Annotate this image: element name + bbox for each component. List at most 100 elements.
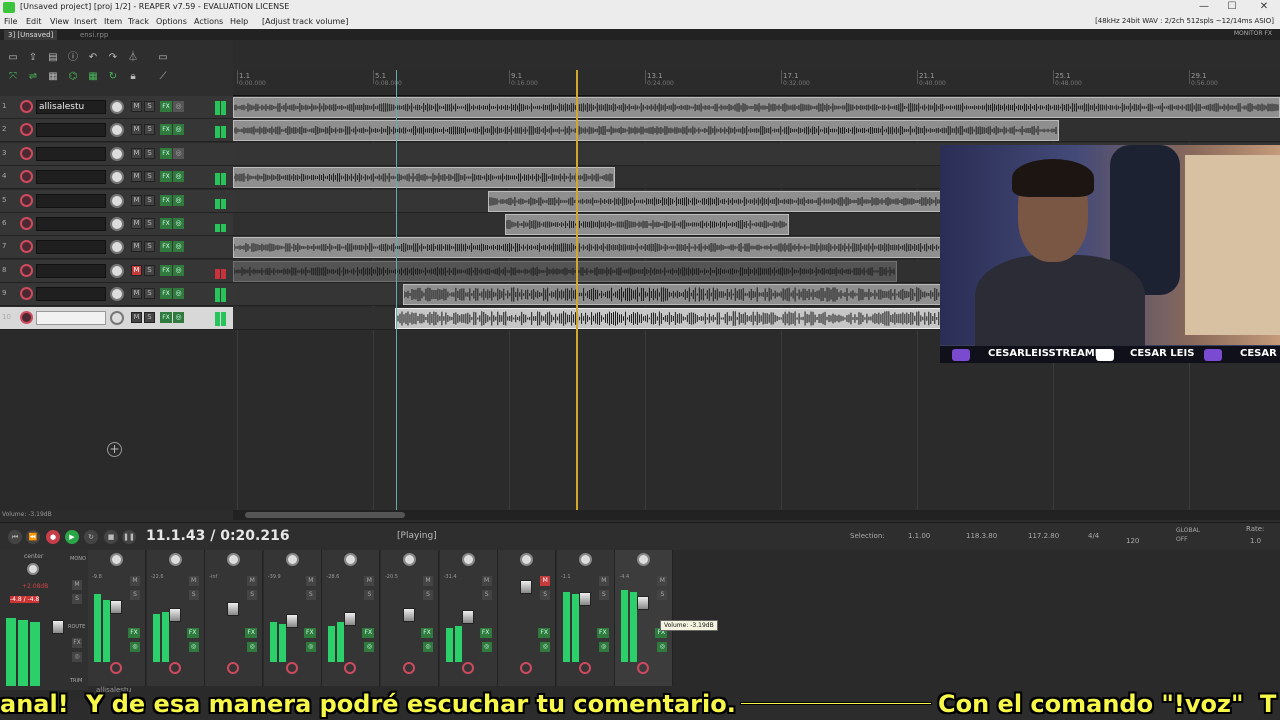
selection-length[interactable]: 117.2.80 [1028,532,1059,540]
master-fader[interactable] [52,620,64,634]
menu-track[interactable]: Track [128,17,149,26]
menu-options[interactable]: Options [156,17,187,26]
record-arm-button[interactable] [20,123,33,137]
strip-record-arm-button[interactable] [637,662,650,674]
master-mute-button[interactable]: M [72,580,82,590]
track-volume-knob[interactable] [110,170,124,185]
track-name-field[interactable] [36,217,106,231]
track-row[interactable]: 9 M S FX ◎ [0,283,233,307]
strip-fader[interactable] [637,596,650,610]
strip-solo-button[interactable]: S [481,590,492,600]
track-mute-button[interactable]: M [131,171,142,183]
undo-icon[interactable]: ↶ [86,52,100,64]
strip-mute-button[interactable]: M [481,576,492,586]
track-volume-knob[interactable] [110,240,124,255]
strip-mute-button[interactable]: M [598,576,609,586]
strip-mute-button[interactable]: M [247,576,258,586]
strip-record-arm-button[interactable] [344,662,357,674]
mixer-strip[interactable]: -22.6 M S FX ◎ [146,550,205,686]
track-io-button[interactable]: ◎ [173,171,184,183]
menu-edit[interactable]: Edit [26,17,42,26]
properties-icon[interactable]: ⓘ [66,52,80,64]
mixer-strip[interactable]: -inf M S FX ◎ [205,550,264,686]
track-solo-button[interactable]: S [144,264,155,276]
route-button[interactable]: ROUTE [68,624,85,630]
track-name-field[interactable] [36,123,106,138]
save-icon[interactable]: ▤ [46,52,60,64]
strip-fx-button[interactable]: FX [538,628,551,638]
strip-pan-knob[interactable] [578,553,592,566]
menu-actions[interactable]: Actions [194,17,223,26]
strip-io-button[interactable]: ◎ [423,642,433,652]
record-arm-button[interactable] [20,146,33,160]
strip-fx-button[interactable]: FX [596,628,609,638]
track-row[interactable]: 5 M S FX ◎ [0,189,233,213]
new-project-icon[interactable]: ▭ [6,52,20,64]
mixer-strip[interactable]: M S FX ◎ [498,550,557,686]
track-row[interactable]: 4 M S FX ◎ [0,166,233,190]
rewind-icon[interactable]: ⏪ [26,530,40,544]
strip-pan-knob[interactable] [285,553,299,566]
track-io-button[interactable]: ◎ [173,264,184,276]
mixer-strip[interactable]: -31.4 M S FX ◎ [439,550,498,686]
strip-pan-knob[interactable] [110,553,123,566]
track-row[interactable]: 8 M S FX ◎ [0,259,233,283]
track-fx-button[interactable]: FX [160,124,172,136]
strip-record-arm-button[interactable] [461,662,474,674]
track-fx-button[interactable]: FX [160,101,172,112]
mixer-strip[interactable]: -4.4 M S FX ◎ [615,550,674,686]
strip-fader[interactable] [578,592,591,606]
track-volume-knob[interactable] [110,193,124,208]
track-mute-button[interactable]: M [131,311,142,323]
time-display[interactable]: 11.1.43 / 0:20.216 [146,528,290,544]
track-solo-button[interactable]: S [144,124,155,136]
strip-pan-knob[interactable] [520,553,534,566]
track-solo-button[interactable]: S [144,241,155,253]
track-mute-button[interactable]: M [131,194,142,206]
add-track-button[interactable]: + [107,442,122,457]
menu-help[interactable]: Help [230,17,248,26]
track-mute-button[interactable]: M [131,288,142,300]
track-mute-button[interactable]: M [131,147,142,159]
master-fx-button[interactable]: FX [72,638,82,648]
track-name-field[interactable]: allisalestu [36,100,106,114]
strip-fx-button[interactable]: FX [303,628,316,638]
mono-button[interactable]: MONO [70,556,86,562]
track-solo-button[interactable]: S [144,218,155,229]
strip-record-arm-button[interactable] [227,662,240,674]
track-name-field[interactable] [36,310,106,325]
mixer-strip[interactable]: -20.5 M S FX ◎ [381,550,439,686]
track-solo-button[interactable]: S [144,194,155,206]
strip-mute-button[interactable]: M [423,576,433,586]
track-volume-knob[interactable] [110,287,124,302]
track-solo-button[interactable]: S [144,171,155,183]
menu-insert[interactable]: Insert [74,17,97,26]
media-item[interactable] [233,260,897,282]
track-fx-button[interactable]: FX [160,194,172,206]
time-signature[interactable]: 4/4 [1088,532,1099,540]
redo-icon[interactable]: ↷ [106,52,120,64]
track-name-field[interactable] [36,287,106,302]
record-arm-button[interactable] [20,263,33,277]
strip-fx-button[interactable]: FX [479,628,492,638]
play-button[interactable]: ▶ [65,530,79,544]
strip-solo-button[interactable]: S [598,590,609,600]
strip-fader[interactable] [227,602,240,616]
track-name-field[interactable] [36,170,106,185]
strip-fader[interactable] [520,580,533,594]
track-row[interactable]: 3 M S FX ◎ [0,142,233,166]
scroll-thumb[interactable] [245,512,405,518]
track-mute-button[interactable]: M [131,218,142,229]
project-tab[interactable]: ensi.rpp [76,30,112,40]
strip-solo-button[interactable]: S [247,590,258,600]
track-io-button[interactable]: ◎ [173,218,184,229]
track-row[interactable]: 10 M S FX ◎ [0,306,233,330]
track-volume-knob[interactable] [110,217,124,231]
strip-solo-button[interactable]: S [364,590,375,600]
track-solo-button[interactable]: S [144,288,155,300]
record-arm-button[interactable] [20,170,33,184]
mixer-strip[interactable]: -1.1 M S FX ◎ [556,550,615,686]
record-arm-button[interactable] [20,287,33,301]
track-row[interactable]: 6 M S FX ◎ [0,213,233,236]
track-volume-knob[interactable] [110,123,124,138]
